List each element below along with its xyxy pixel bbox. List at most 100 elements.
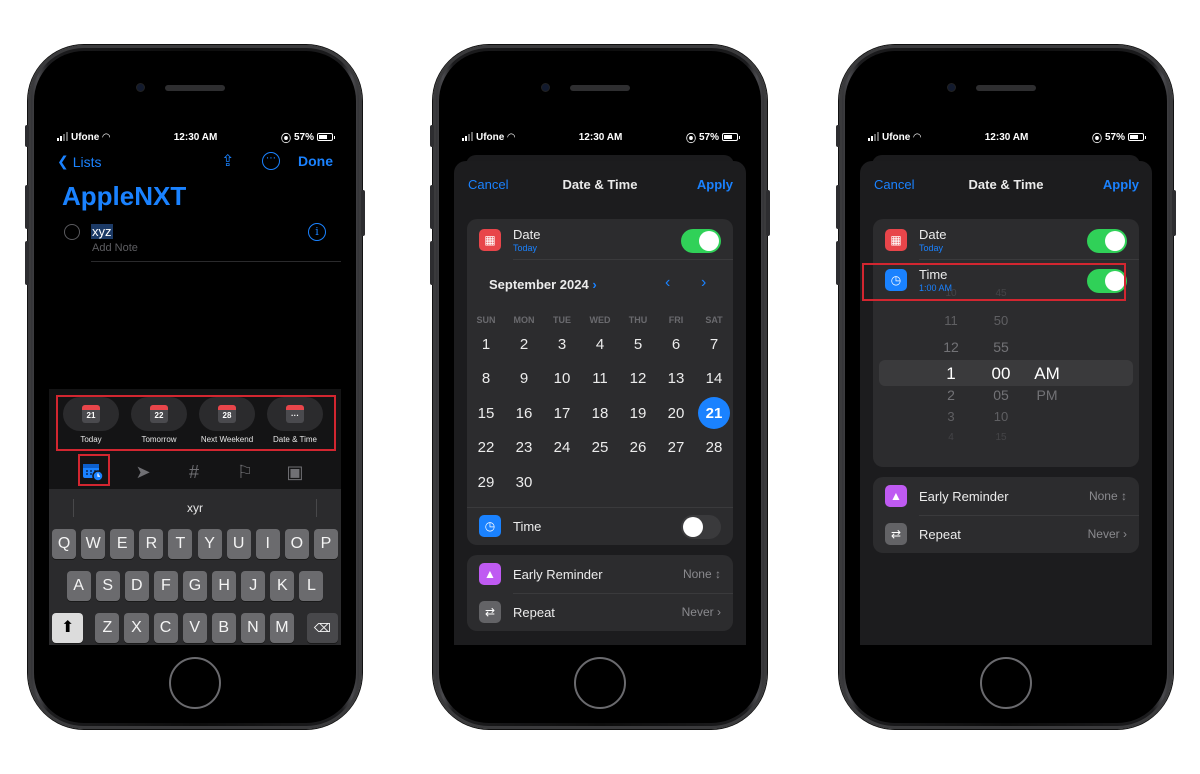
more-icon[interactable]: ⋯ [262, 152, 280, 170]
prev-month-button[interactable]: ‹ [665, 274, 670, 292]
key-r[interactable]: R [139, 529, 164, 559]
date-row[interactable]: ▦ Date Today [467, 221, 733, 259]
calendar-day[interactable]: 26 [619, 431, 657, 466]
date-row[interactable]: ▦ Date Today [873, 221, 1139, 259]
task-title-input[interactable]: xyz [91, 224, 113, 239]
calendar-day[interactable]: 14 [695, 362, 733, 397]
early-reminder-value[interactable]: None ↕ [683, 567, 721, 581]
key-w[interactable]: W [81, 529, 106, 559]
picker-item[interactable]: 12 [931, 339, 971, 355]
picker-item[interactable]: 50 [981, 313, 1021, 328]
key-g[interactable]: G [182, 571, 208, 601]
delete-key[interactable]: ⌫ [306, 613, 338, 643]
calendar-day[interactable]: 4 [581, 327, 619, 362]
back-button[interactable]: ❮ Lists [57, 153, 102, 170]
picker-item[interactable]: PM [1027, 387, 1067, 403]
task-row[interactable]: xyz Add Note i [49, 221, 341, 261]
picker-item[interactable]: 4 [931, 432, 971, 443]
picker-item-selected[interactable]: 1 [931, 364, 971, 384]
key-c[interactable]: C [153, 613, 178, 643]
calendar-day[interactable]: 15 [467, 396, 505, 431]
key-n[interactable]: N [240, 613, 265, 643]
calendar-day[interactable]: 12 [619, 362, 657, 397]
calendar-day[interactable]: 8 [467, 362, 505, 397]
calendar-day[interactable]: 7 [695, 327, 733, 362]
early-reminder-value[interactable]: None ↕ [1089, 489, 1127, 503]
calendar-day[interactable]: 24 [543, 431, 581, 466]
key-z[interactable]: Z [95, 613, 120, 643]
info-icon[interactable]: i [308, 223, 326, 241]
calendar-day[interactable]: 22 [467, 431, 505, 466]
key-i[interactable]: I [255, 529, 280, 559]
key-k[interactable]: K [270, 571, 295, 601]
key-x[interactable]: X [124, 613, 149, 643]
early-reminder-row[interactable]: ▲ Early Reminder None ↕ [873, 477, 1139, 515]
calendar-day[interactable]: 1 [467, 327, 505, 362]
date-toggle[interactable] [1087, 229, 1127, 253]
done-button[interactable]: Done [298, 153, 333, 169]
key-h[interactable]: H [212, 571, 237, 601]
key-j[interactable]: J [241, 571, 266, 601]
calendar-day[interactable]: 18 [581, 396, 619, 431]
calendar-day[interactable]: 16 [505, 396, 543, 431]
key-u[interactable]: U [226, 529, 251, 559]
picker-item[interactable]: 10 [981, 409, 1021, 424]
next-month-button[interactable]: › [701, 274, 706, 292]
share-icon[interactable]: ⇪ [221, 151, 234, 171]
key-t[interactable]: T [168, 529, 193, 559]
picker-item-selected[interactable]: AM [1027, 364, 1067, 384]
key-f[interactable]: F [153, 571, 178, 601]
tag-icon[interactable]: # [182, 462, 206, 482]
key-s[interactable]: S [95, 571, 120, 601]
picker-item[interactable]: 15 [981, 432, 1021, 443]
key-q[interactable]: Q [52, 529, 77, 559]
key-p[interactable]: P [313, 529, 338, 559]
key-o[interactable]: O [284, 529, 309, 559]
calendar-day[interactable]: 25 [581, 431, 619, 466]
picker-item[interactable]: 2 [931, 387, 971, 403]
picker-item-selected[interactable]: 00 [981, 364, 1021, 384]
key-l[interactable]: L [299, 571, 324, 601]
task-note-input[interactable]: Add Note [92, 242, 138, 254]
calendar-day[interactable]: 30 [505, 465, 543, 500]
picker-item[interactable]: 05 [981, 387, 1021, 403]
flag-icon[interactable]: ⚐ [233, 462, 257, 482]
location-icon[interactable]: ➤ [131, 462, 155, 482]
home-button[interactable] [169, 657, 221, 709]
camera-icon[interactable]: ▣ [283, 462, 307, 482]
home-button[interactable] [574, 657, 626, 709]
calendar-day[interactable]: 13 [657, 362, 695, 397]
calendar-day[interactable]: 9 [505, 362, 543, 397]
shift-key[interactable]: ⬆ [52, 613, 84, 643]
month-selector[interactable]: September 2024 › [489, 277, 597, 292]
picker-item[interactable]: 3 [931, 409, 971, 424]
calendar-day[interactable]: 28 [695, 431, 733, 466]
calendar-day[interactable]: 10 [543, 362, 581, 397]
cancel-button[interactable]: Cancel [468, 177, 508, 192]
key-e[interactable]: E [110, 529, 135, 559]
time-picker[interactable]: 10 11 12 1 2 3 4 45 50 55 00 05 10 15 AM PM [873, 288, 1139, 444]
calendar-day-selected[interactable]: 21 [695, 396, 733, 431]
calendar-day[interactable]: 2 [505, 327, 543, 362]
key-b[interactable]: B [211, 613, 236, 643]
calendar-day[interactable]: 17 [543, 396, 581, 431]
key-a[interactable]: A [66, 571, 91, 601]
keyboard-suggestion[interactable]: xyr [49, 489, 341, 527]
calendar-day[interactable]: 19 [619, 396, 657, 431]
key-y[interactable]: Y [197, 529, 222, 559]
home-button[interactable] [980, 657, 1032, 709]
picker-item[interactable]: 11 [931, 313, 971, 328]
calendar-day[interactable]: 23 [505, 431, 543, 466]
key-m[interactable]: M [269, 613, 295, 643]
date-toggle[interactable] [681, 229, 721, 253]
calendar-day[interactable]: 11 [581, 362, 619, 397]
calendar-day[interactable]: 27 [657, 431, 695, 466]
time-row[interactable]: ◷ Time [467, 507, 733, 545]
key-v[interactable]: V [182, 613, 207, 643]
key-d[interactable]: D [124, 571, 149, 601]
calendar-day[interactable]: 20 [657, 396, 695, 431]
calendar-day[interactable]: 5 [619, 327, 657, 362]
early-reminder-row[interactable]: ▲ Early Reminder None ↕ [467, 555, 733, 593]
picker-item[interactable]: 55 [981, 339, 1021, 355]
task-checkbox[interactable] [64, 224, 80, 240]
